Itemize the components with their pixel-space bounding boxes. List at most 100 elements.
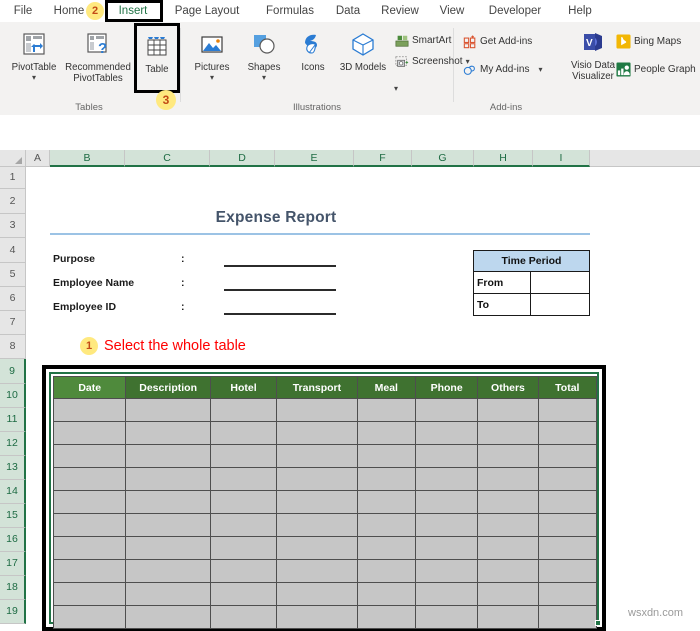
ribbon-tab-file[interactable]: File — [6, 0, 40, 22]
table-cell[interactable] — [209, 513, 278, 537]
table-cell[interactable] — [209, 444, 278, 468]
column-header-D[interactable]: D — [210, 150, 275, 167]
ribbon-tab-data[interactable]: Data — [330, 0, 366, 22]
table-cell[interactable] — [125, 559, 211, 583]
column-header-F[interactable]: F — [354, 150, 412, 167]
table-cell[interactable] — [537, 605, 598, 629]
table-cell[interactable] — [52, 605, 127, 629]
table-cell[interactable] — [276, 490, 358, 514]
table-cell[interactable] — [276, 444, 358, 468]
column-header-H[interactable]: H — [474, 150, 533, 167]
row-header-10[interactable]: 10 — [0, 384, 26, 408]
table-column-header-others[interactable]: Others — [477, 376, 539, 399]
table-cell[interactable] — [276, 536, 358, 560]
row-header-5[interactable]: 5 — [0, 263, 26, 287]
chevron-down-icon[interactable]: ▾ — [32, 74, 36, 82]
table-cell[interactable] — [209, 398, 278, 422]
table-cell[interactable] — [276, 467, 358, 491]
column-header-B[interactable]: B — [50, 150, 125, 167]
my-add-ins-button[interactable]: My Add-ins ▾ — [462, 60, 542, 79]
shapes-button[interactable]: Shapes ▾ — [238, 26, 290, 100]
chevron-down-icon[interactable]: ▾ — [210, 74, 214, 82]
row-header-8[interactable]: 8 — [0, 335, 26, 359]
column-header-A[interactable]: A — [26, 150, 50, 167]
table-cell[interactable] — [52, 513, 127, 537]
table-cell[interactable] — [537, 490, 598, 514]
table-cell[interactable] — [356, 513, 416, 537]
time-period-from-value[interactable] — [531, 272, 589, 294]
row-header-15[interactable]: 15 — [0, 504, 26, 528]
table-cell[interactable] — [414, 467, 479, 491]
table-cell[interactable] — [537, 467, 598, 491]
column-header-G[interactable]: G — [412, 150, 474, 167]
smartart-button[interactable]: SmartArt — [394, 31, 451, 50]
table-cell[interactable] — [477, 467, 539, 491]
fill-handle[interactable] — [595, 620, 601, 626]
table-cell[interactable] — [209, 605, 278, 629]
table-cell[interactable] — [414, 490, 479, 514]
table-cell[interactable] — [276, 421, 358, 445]
table-cell[interactable] — [276, 605, 358, 629]
row-header-2[interactable]: 2 — [0, 189, 26, 214]
table-cell[interactable] — [52, 582, 127, 606]
people-graph-button[interactable]: People Graph — [616, 60, 696, 79]
table-column-header-date[interactable]: Date — [52, 376, 127, 399]
table-cell[interactable] — [537, 421, 598, 445]
row-header-1[interactable]: 1 — [0, 167, 26, 189]
table-cell[interactable] — [52, 559, 127, 583]
table-cell[interactable] — [125, 490, 211, 514]
table-cell[interactable] — [276, 398, 358, 422]
table-cell[interactable] — [125, 513, 211, 537]
table-cell[interactable] — [276, 559, 358, 583]
field-input-employee-name[interactable] — [224, 289, 336, 291]
row-header-19[interactable]: 19 — [0, 600, 26, 624]
ribbon-tab-developer[interactable]: Developer — [480, 0, 550, 22]
table-cell[interactable] — [209, 490, 278, 514]
table-cell[interactable] — [125, 398, 211, 422]
row-header-4[interactable]: 4 — [0, 238, 26, 263]
table-cell[interactable] — [356, 398, 416, 422]
table-cell[interactable] — [209, 559, 278, 583]
table-cell[interactable] — [537, 582, 598, 606]
row-header-6[interactable]: 6 — [0, 287, 26, 311]
chevron-down-icon[interactable]: ▾ — [538, 65, 542, 74]
table-cell[interactable] — [414, 559, 479, 583]
table-cell[interactable] — [356, 536, 416, 560]
table-cell[interactable] — [52, 421, 127, 445]
field-input-employee-id[interactable] — [224, 313, 336, 315]
get-add-ins-button[interactable]: Get Add-ins — [462, 32, 532, 51]
table-cell[interactable] — [276, 513, 358, 537]
column-header-C[interactable]: C — [125, 150, 210, 167]
table-cell[interactable] — [52, 467, 127, 491]
ribbon-tab-review[interactable]: Review — [376, 0, 424, 22]
table-cell[interactable] — [356, 421, 416, 445]
table-cell[interactable] — [125, 605, 211, 629]
table-cell[interactable] — [537, 513, 598, 537]
table-cell[interactable] — [52, 490, 127, 514]
table-cell[interactable] — [414, 605, 479, 629]
table-column-header-meal[interactable]: Meal — [356, 376, 416, 399]
table-cell[interactable] — [477, 582, 539, 606]
table-cell[interactable] — [125, 421, 211, 445]
table-cell[interactable] — [414, 582, 479, 606]
row-header-3[interactable]: 3 — [0, 214, 26, 238]
ribbon-tab-view[interactable]: View — [434, 0, 470, 22]
row-header-16[interactable]: 16 — [0, 528, 26, 552]
table-cell[interactable] — [356, 559, 416, 583]
table-cell[interactable] — [477, 559, 539, 583]
row-header-13[interactable]: 13 — [0, 456, 26, 480]
ribbon-tab-formulas[interactable]: Formulas — [258, 0, 322, 22]
table-cell[interactable] — [414, 513, 479, 537]
table-cell[interactable] — [414, 398, 479, 422]
pictures-button[interactable]: Pictures ▾ — [186, 26, 238, 100]
table-cell[interactable] — [356, 444, 416, 468]
row-header-17[interactable]: 17 — [0, 552, 26, 576]
table-cell[interactable] — [537, 559, 598, 583]
table-cell[interactable] — [209, 536, 278, 560]
table-cell[interactable] — [125, 444, 211, 468]
chevron-down-icon[interactable]: ▾ — [262, 74, 266, 82]
row-header-14[interactable]: 14 — [0, 480, 26, 504]
table-cell[interactable] — [537, 444, 598, 468]
table-column-header-description[interactable]: Description — [125, 376, 211, 399]
ribbon-tab-page-layout[interactable]: Page Layout — [166, 0, 248, 22]
